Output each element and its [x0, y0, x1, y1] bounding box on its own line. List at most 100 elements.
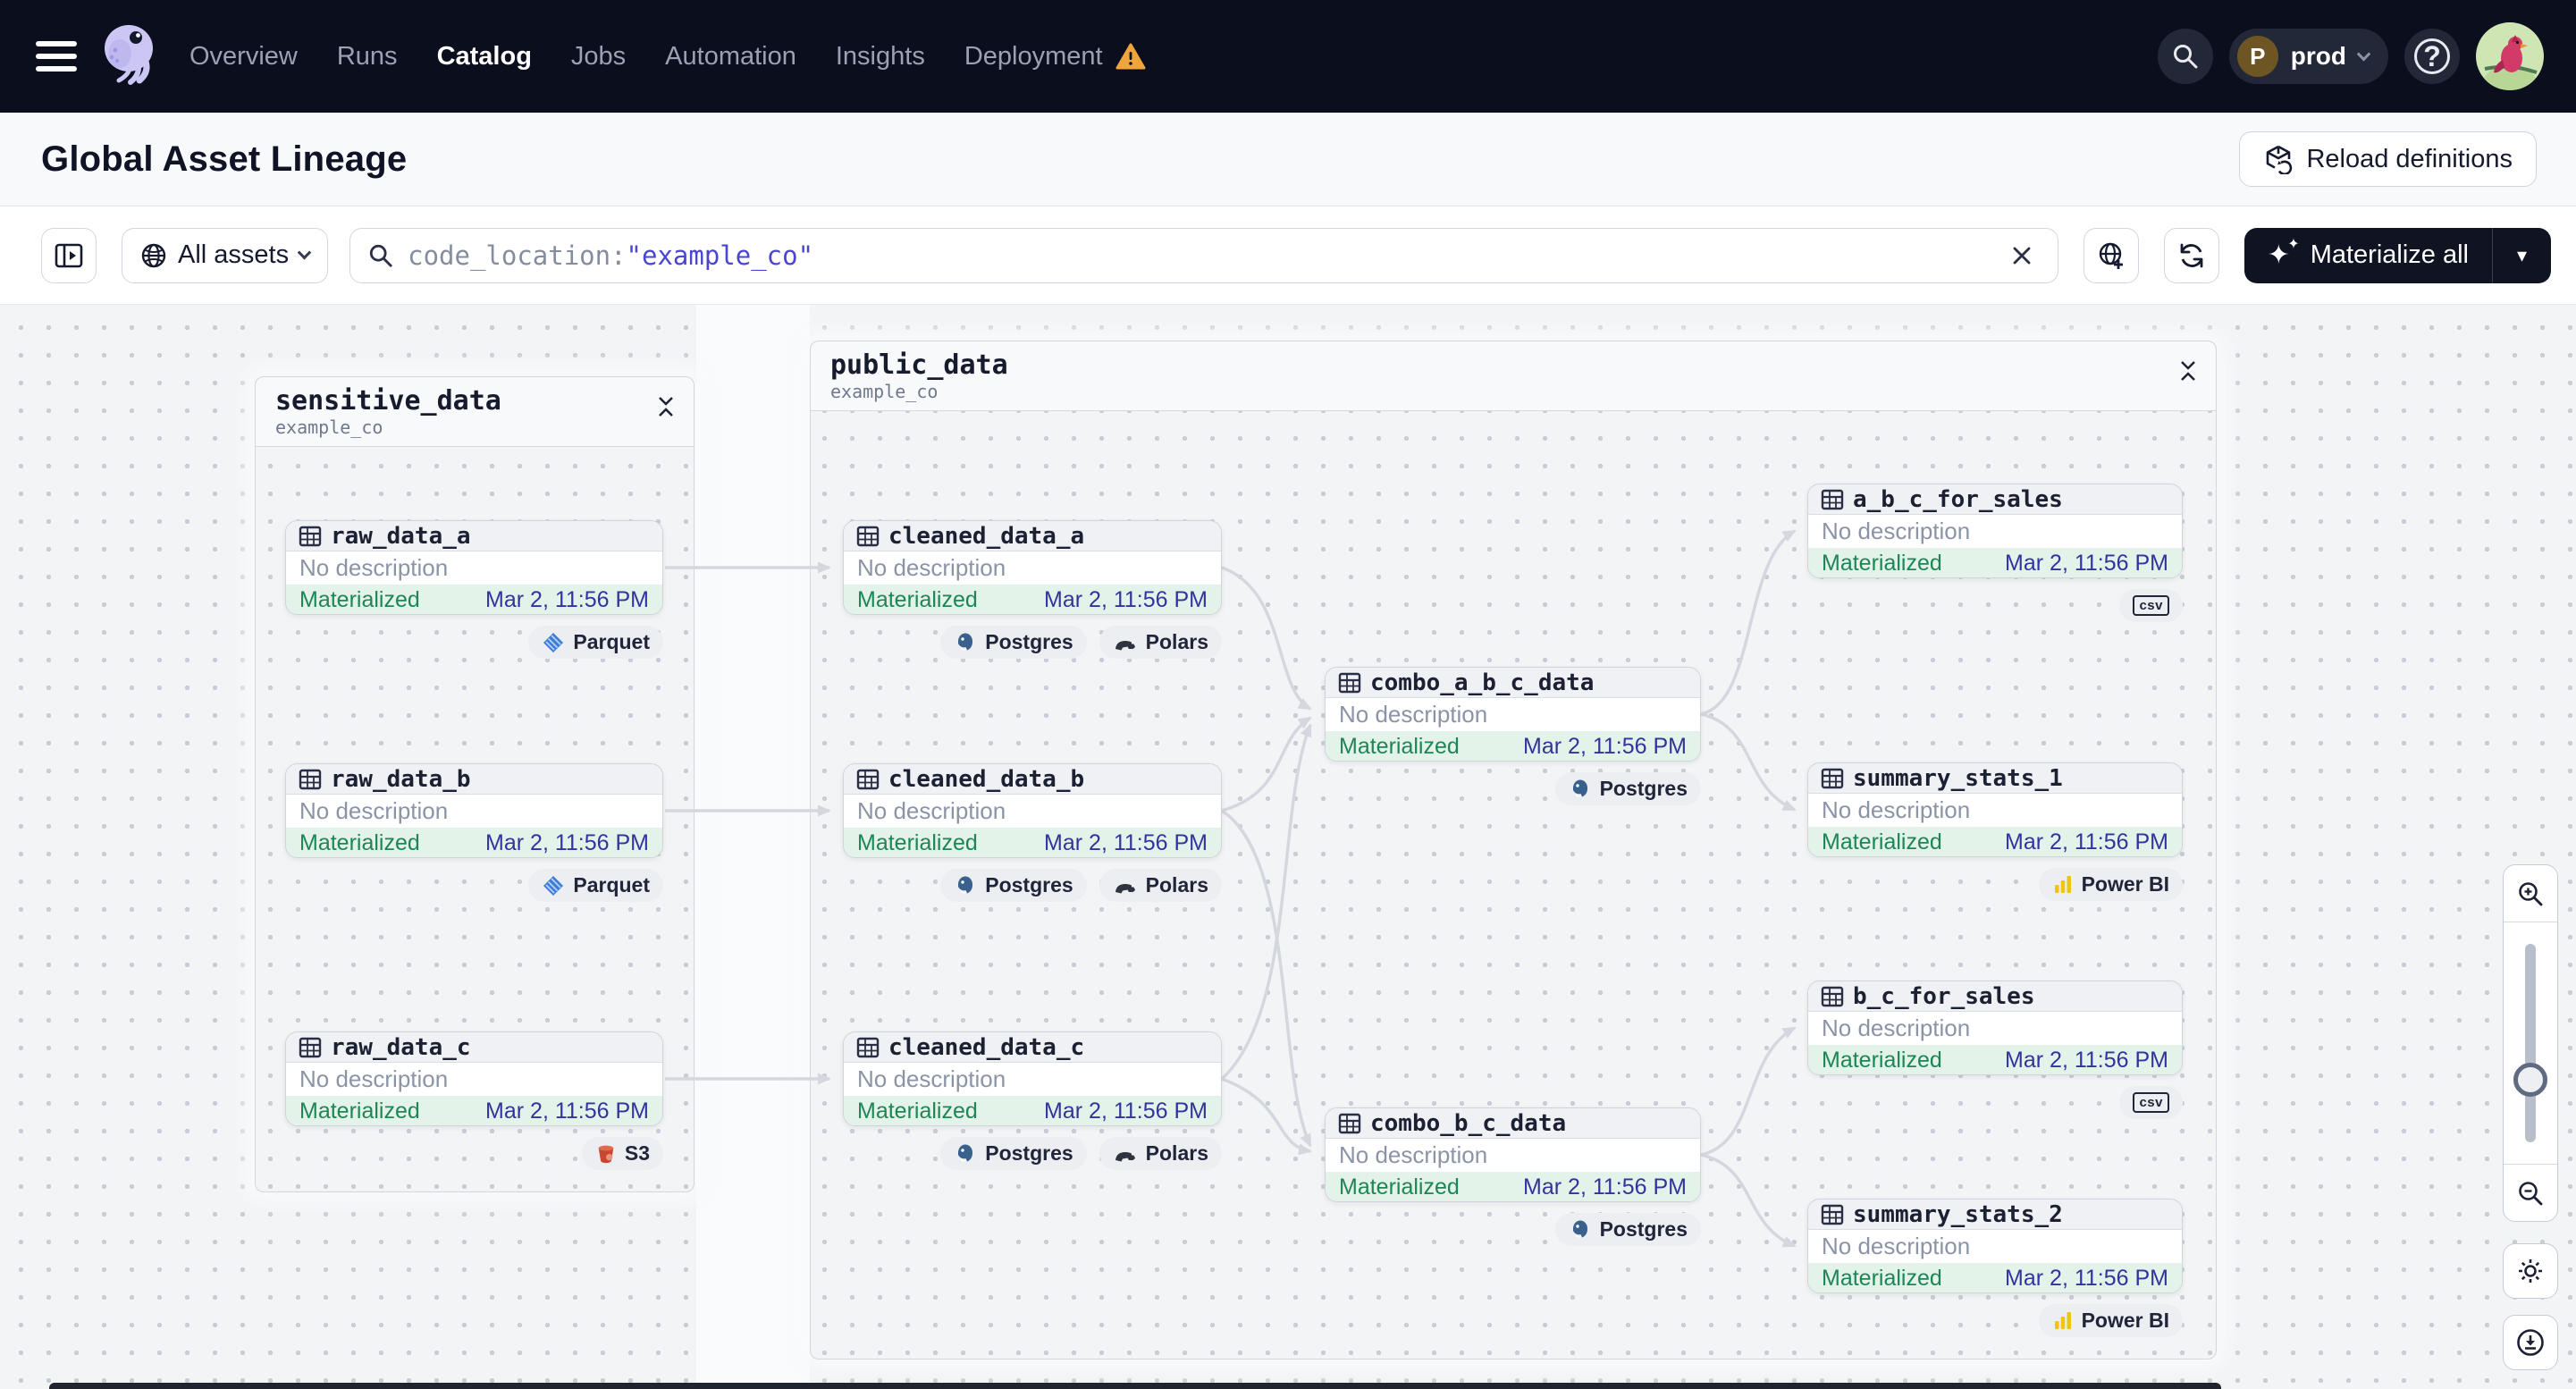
environment-switcher[interactable]: P prod — [2228, 29, 2388, 84]
tag-postgres[interactable]: Postgres — [940, 626, 1087, 659]
tag-polars[interactable]: Polars — [1099, 626, 1222, 659]
asset-name: raw_data_a — [331, 522, 471, 550]
zoom-panel — [2503, 864, 2558, 1222]
postgres-icon — [958, 632, 973, 650]
tag-powerbi[interactable]: Power BI — [2038, 868, 2183, 901]
search-button[interactable] — [2157, 29, 2213, 84]
asset-node-raw_data_b[interactable]: raw_data_b No description Materialized M… — [285, 763, 663, 858]
table-icon — [1338, 1113, 1361, 1133]
powerbi-icon — [2054, 1311, 2071, 1329]
help-button[interactable]: ? — [2404, 29, 2460, 84]
environment-name: prod — [2290, 42, 2346, 70]
parquet-icon — [543, 875, 564, 896]
postgres-icon — [958, 875, 973, 893]
avatar[interactable] — [2476, 22, 2544, 90]
lineage-canvas[interactable]: sensitive_data example_co public_data ex… — [0, 305, 2576, 1389]
group-code-location: example_co — [830, 381, 939, 402]
nav-catalog[interactable]: Catalog — [437, 42, 532, 72]
zoom-out-icon — [2519, 1181, 2543, 1205]
asset-node-cleaned_data_c[interactable]: cleaned_data_c No description Materializ… — [843, 1031, 1222, 1126]
search-query-prefix: code_location: — [408, 240, 627, 271]
nav-automation[interactable]: Automation — [665, 42, 796, 72]
collapse-group-icon[interactable] — [656, 395, 676, 418]
top-navigation-bar: Overview Runs Catalog Jobs Automation In… — [0, 0, 2576, 113]
nav-jobs[interactable]: Jobs — [571, 42, 626, 72]
materialized-timestamp: Mar 2, 11:56 PM — [1044, 829, 1208, 855]
materialized-timestamp: Mar 2, 11:56 PM — [2005, 1265, 2168, 1291]
zoom-slider-track[interactable] — [2525, 944, 2536, 1142]
filter-groups-button[interactable] — [2083, 227, 2139, 283]
materialize-options-caret[interactable]: ▾ — [2492, 227, 2551, 283]
tag-parquet[interactable]: Parquet — [528, 869, 663, 902]
asset-node-summary_stats_2[interactable]: summary_stats_2 No description Materiali… — [1807, 1199, 2183, 1293]
asset-node-raw_data_c[interactable]: raw_data_c No description Materialized M… — [285, 1031, 663, 1126]
asset-scope-label: All assets — [178, 240, 290, 269]
zoom-out-button[interactable] — [2504, 1164, 2557, 1221]
materialized-status: Materialized — [299, 829, 420, 855]
tag-csv[interactable]: csv — [2119, 589, 2183, 622]
tag-csv[interactable]: csv — [2119, 1086, 2183, 1119]
tag-postgres[interactable]: Postgres — [940, 869, 1087, 902]
asset-node-b_c_for_sales[interactable]: b_c_for_sales No description Materialize… — [1807, 981, 2183, 1075]
asset-node-cleaned_data_a[interactable]: cleaned_data_a No description Materializ… — [843, 520, 1222, 615]
dagster-logo[interactable] — [100, 23, 159, 89]
table-icon — [856, 526, 880, 546]
tag-postgres[interactable]: Postgres — [1554, 772, 1701, 805]
tag-powerbi[interactable]: Power BI — [2038, 1304, 2183, 1337]
refresh-button[interactable] — [2163, 227, 2219, 283]
asset-node-a_b_c_for_sales[interactable]: a_b_c_for_sales No description Materiali… — [1807, 484, 2183, 578]
materialized-timestamp: Mar 2, 11:56 PM — [2005, 829, 2168, 854]
asset-description: No description — [1822, 1014, 1971, 1041]
collapse-group-icon[interactable] — [2178, 359, 2198, 383]
asset-description: No description — [857, 1065, 1006, 1092]
chevron-down-icon — [2356, 46, 2371, 61]
tag-parquet[interactable]: Parquet — [528, 626, 663, 659]
asset-node-combo_a_b_c_data[interactable]: combo_a_b_c_data No description Material… — [1325, 667, 1701, 762]
asset-name: raw_data_b — [331, 765, 471, 793]
graph-settings-button[interactable] — [2503, 1243, 2558, 1299]
bottom-panel-edge — [49, 1383, 2221, 1389]
menu-icon[interactable] — [36, 41, 77, 72]
zoom-slider-thumb[interactable] — [2513, 1063, 2547, 1097]
asset-node-summary_stats_1[interactable]: summary_stats_1 No description Materiali… — [1807, 762, 2183, 857]
panel-expand-icon — [55, 243, 83, 267]
materialized-status: Materialized — [1822, 550, 1942, 576]
tag-polars[interactable]: Polars — [1099, 869, 1222, 902]
download-image-button[interactable] — [2503, 1315, 2558, 1370]
asset-node-combo_b_c_data[interactable]: combo_b_c_data No description Materializ… — [1325, 1107, 1701, 1202]
group-code-location: example_co — [275, 417, 383, 438]
asset-node-cleaned_data_b[interactable]: cleaned_data_b No description Materializ… — [843, 763, 1222, 858]
asset-search-input[interactable]: code_location: "example_co" — [349, 227, 2058, 283]
nav-overview[interactable]: Overview — [189, 42, 298, 72]
materialized-status: Materialized — [1822, 829, 1942, 854]
asset-scope-dropdown[interactable]: All assets — [122, 227, 329, 283]
table-icon — [299, 526, 322, 546]
gear-icon — [2519, 1259, 2542, 1283]
tag-postgres[interactable]: Postgres — [940, 1137, 1087, 1170]
asset-name: a_b_c_for_sales — [1853, 485, 2063, 513]
tag-postgres[interactable]: Postgres — [1554, 1213, 1701, 1246]
chevron-down-icon — [297, 245, 312, 260]
asset-name: cleaned_data_c — [888, 1033, 1085, 1061]
zoom-slider[interactable] — [2504, 922, 2557, 1164]
materialized-status: Materialized — [1822, 1265, 1942, 1291]
nav-insights[interactable]: Insights — [836, 42, 925, 72]
materialized-timestamp: Mar 2, 11:56 PM — [485, 829, 649, 855]
asset-description: No description — [857, 797, 1006, 824]
asset-node-raw_data_a[interactable]: raw_data_a No description Materialized M… — [285, 520, 663, 615]
nav-runs[interactable]: Runs — [337, 42, 398, 72]
sidebar-toggle-button[interactable] — [41, 227, 97, 283]
tag-polars[interactable]: Polars — [1099, 1137, 1222, 1170]
reload-definitions-button[interactable]: Reload definitions — [2239, 131, 2537, 187]
nav-deployment[interactable]: Deployment — [964, 42, 1103, 72]
materialized-timestamp: Mar 2, 11:56 PM — [1044, 1098, 1208, 1124]
group-title: public_data — [830, 349, 1008, 381]
materialize-all-button[interactable]: ✦ ✦ Materialize all ▾ — [2243, 227, 2551, 283]
materialized-status: Materialized — [299, 1098, 420, 1124]
warning-icon — [1115, 43, 1146, 70]
tag-s3[interactable]: S3 — [581, 1137, 663, 1170]
materialized-timestamp: Mar 2, 11:56 PM — [1044, 586, 1208, 612]
asset-description: No description — [1339, 1141, 1488, 1168]
zoom-in-button[interactable] — [2504, 865, 2557, 922]
clear-search-button[interactable] — [2004, 238, 2040, 274]
